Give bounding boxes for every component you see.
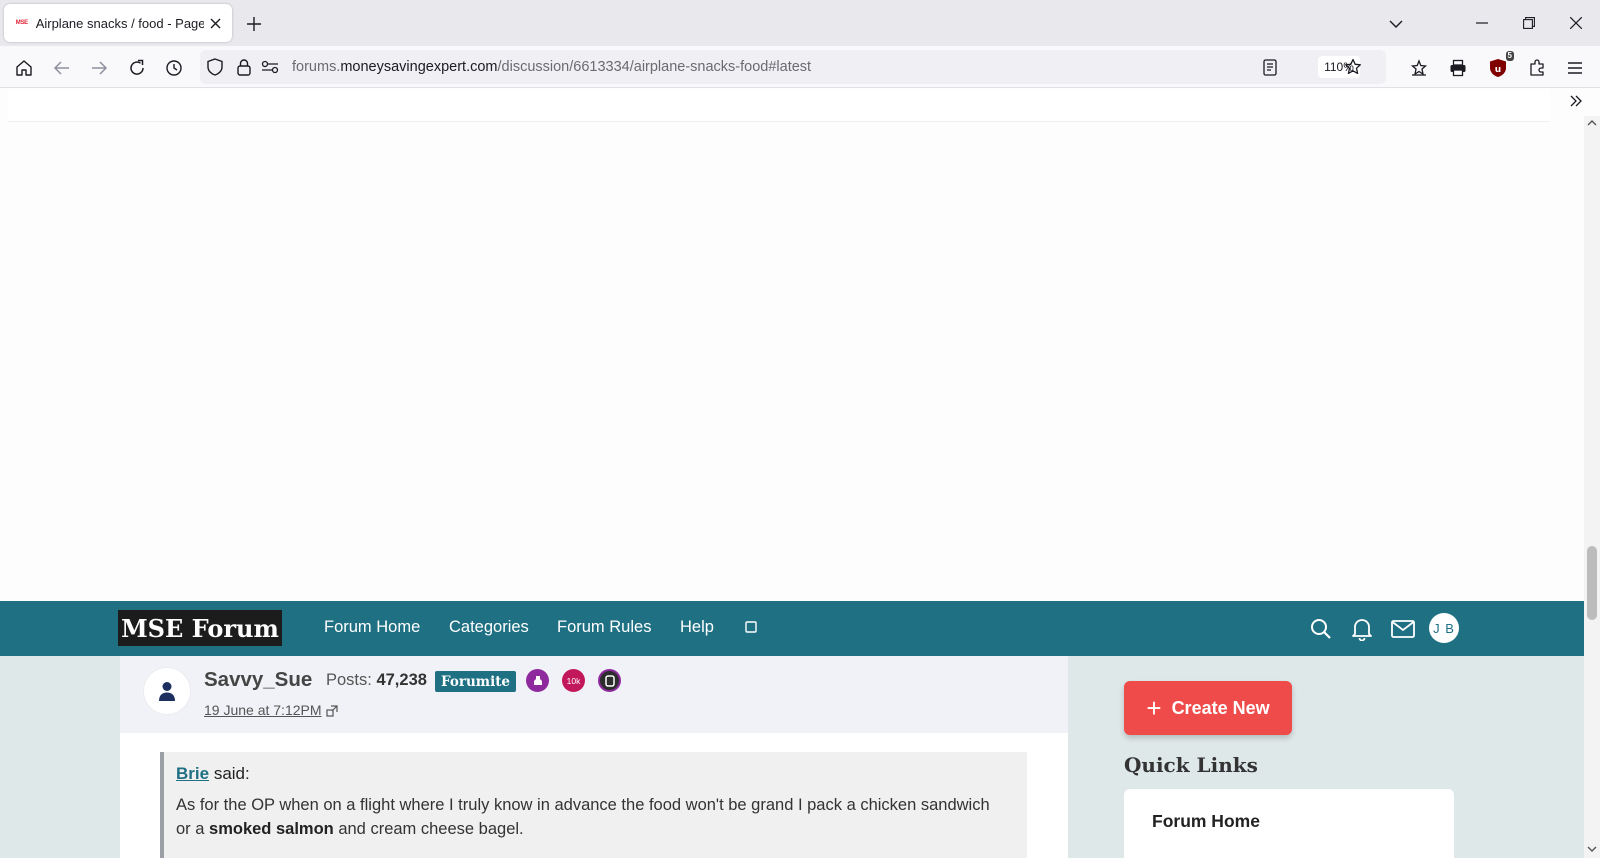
search-icon[interactable] [1308, 616, 1334, 642]
quote-author-line: Brie said: [176, 764, 250, 783]
award-badge-icon[interactable] [526, 669, 549, 692]
quick-link-forum-home[interactable]: Forum Home [1152, 811, 1260, 832]
ublock-icon[interactable]: u 5 [1485, 51, 1514, 81]
quote-body: As for the OP when on a flight where I t… [176, 796, 990, 838]
svg-text:u: u [1495, 65, 1501, 75]
create-new-button[interactable]: + Create New [1124, 681, 1292, 735]
reload-icon[interactable] [124, 55, 150, 81]
nav-forum-rules[interactable]: Forum Rules [557, 618, 651, 637]
nav-forum-home[interactable]: Forum Home [324, 618, 420, 637]
url-bar[interactable]: forums.moneysavingexpert.com/discussion/… [200, 50, 1386, 84]
page-scrollbar[interactable] [1584, 116, 1600, 858]
quick-links-box: Forum Home [1124, 789, 1454, 858]
page-viewport: MSE Forum Forum Home Categories Forum Ru… [0, 89, 1584, 858]
new-tab-icon[interactable] [242, 12, 266, 36]
minimize-icon[interactable] [1468, 10, 1496, 36]
restore-icon[interactable] [1515, 10, 1543, 36]
bookmark-star-icon[interactable] [1341, 55, 1365, 79]
reader-view-icon[interactable] [1258, 55, 1282, 79]
scrollbar-thumb[interactable] [1587, 546, 1597, 620]
sidebar-toggle-chevrons-icon[interactable] [1562, 88, 1590, 114]
permalink-icon[interactable] [326, 704, 338, 717]
list-all-tabs-icon[interactable] [1384, 12, 1408, 36]
post-date[interactable]: 19 June at 7:12PM [204, 702, 322, 718]
navigation-toolbar: forums.moneysavingexpert.com/discussion/… [0, 46, 1600, 88]
url-text: forums.moneysavingexpert.com/discussion/… [292, 59, 812, 75]
shield-icon[interactable] [203, 55, 227, 79]
notifications-bell-icon[interactable] [1349, 616, 1375, 642]
external-link-icon[interactable] [744, 620, 760, 636]
print-icon[interactable] [1445, 55, 1471, 81]
extension-badge: 5 [1505, 51, 1514, 61]
10k-posts-badge-icon[interactable]: 10k [562, 669, 585, 692]
post-username[interactable]: Savvy_Sue [204, 668, 312, 692]
member-badge-icon[interactable] [598, 669, 621, 692]
permissions-icon[interactable] [258, 55, 282, 79]
post-header: Savvy_Sue Posts: 47,238 Forumite 10k 19 … [120, 656, 1068, 733]
scroll-up-icon[interactable] [1587, 118, 1597, 128]
messages-envelope-icon[interactable] [1390, 616, 1416, 642]
tab-strip: MSE Airplane snacks / food - Page 4 [0, 0, 1600, 46]
close-tab-icon[interactable] [206, 14, 224, 32]
rank-badge: Forumite [435, 671, 517, 692]
close-window-icon[interactable] [1562, 10, 1590, 36]
quote-author-link[interactable]: Brie [176, 764, 209, 783]
pocket-icon[interactable] [1406, 55, 1432, 81]
lock-icon[interactable] [232, 55, 256, 79]
plus-icon: + [1146, 693, 1162, 723]
mse-forum-logo[interactable]: MSE Forum [118, 610, 282, 646]
menu-icon[interactable] [1562, 55, 1588, 81]
user-avatar[interactable]: J B [1429, 613, 1459, 643]
home-icon[interactable] [11, 55, 37, 81]
site-header: MSE Forum Forum Home Categories Forum Ru… [0, 601, 1584, 656]
page-top-strip [8, 89, 1550, 122]
extensions-icon[interactable] [1524, 55, 1550, 81]
tab-title: Airplane snacks / food - Page 4 [35, 15, 205, 31]
user-silhouette-icon[interactable] [143, 667, 191, 715]
browser-tab[interactable]: MSE Airplane snacks / food - Page 4 [4, 4, 232, 42]
history-icon[interactable] [161, 55, 187, 81]
quick-links-title: Quick Links [1124, 753, 1258, 777]
scroll-down-icon[interactable] [1587, 844, 1597, 854]
forward-icon[interactable] [86, 55, 112, 81]
forum-post: Savvy_Sue Posts: 47,238 Forumite 10k 19 … [120, 656, 1068, 858]
nav-help[interactable]: Help [680, 618, 714, 637]
mse-favicon-icon: MSE [15, 20, 28, 26]
nav-categories[interactable]: Categories [449, 618, 529, 637]
posts-count: Posts: 47,238 [326, 671, 427, 689]
back-icon[interactable] [49, 55, 75, 81]
quoted-post: Brie said: As for the OP when on a fligh… [160, 752, 1027, 858]
